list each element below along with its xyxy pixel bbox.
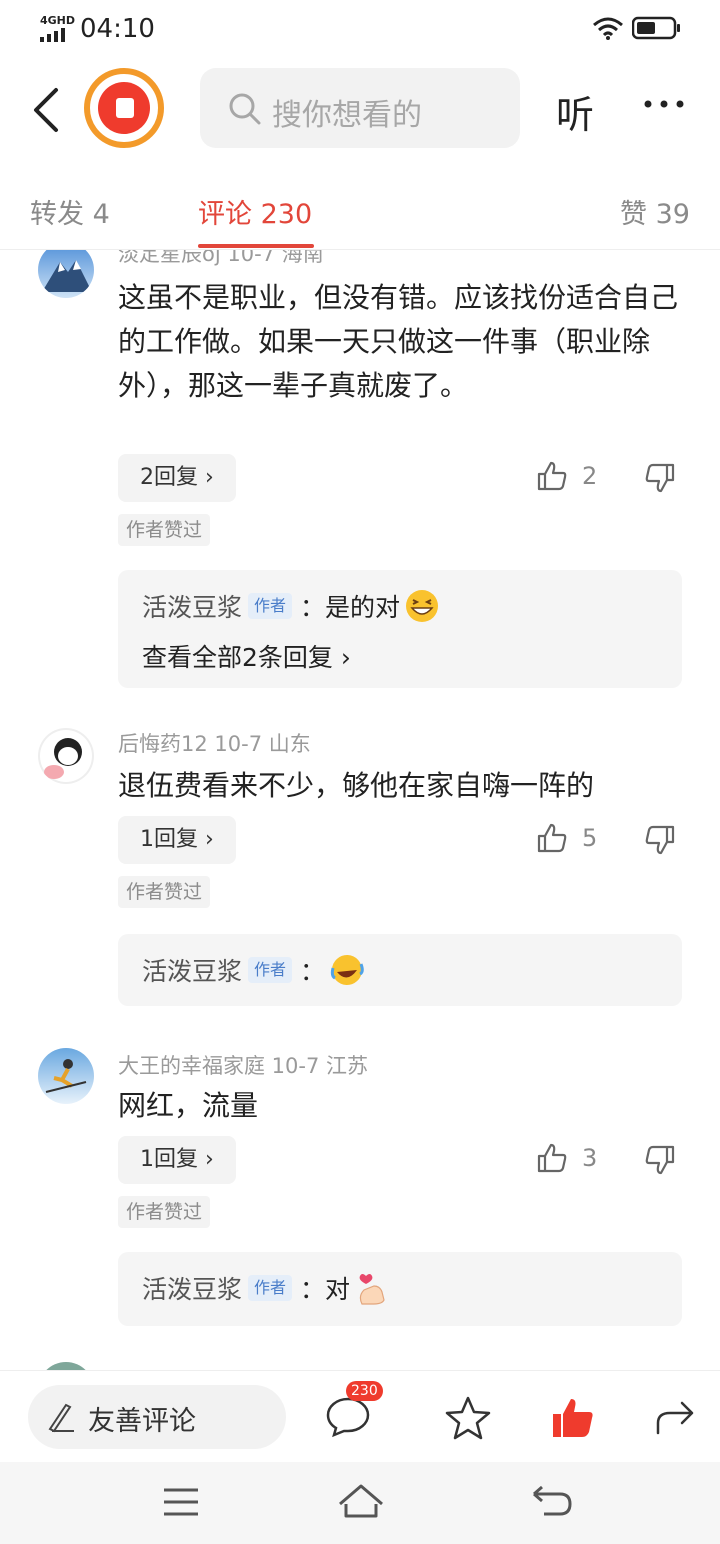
status-time: 04:10: [80, 14, 155, 44]
bottom-action-bar: 友善评论 230: [0, 1370, 720, 1462]
write-comment-input[interactable]: 友善评论: [28, 1385, 286, 1449]
author-tag: 作者: [248, 593, 293, 619]
thumb-up-icon: [537, 461, 567, 491]
reply-author[interactable]: 活泼豆浆: [142, 588, 242, 624]
reply-preview[interactable]: 活泼豆浆 作者 ：对: [118, 1252, 682, 1326]
status-bar: 4GHD 04:10: [0, 0, 720, 56]
comment-item: 淡定星辰oj 10-7 海南 这虽不是职业，但没有错。应该找份适合自己的工作做。…: [0, 250, 720, 690]
home-icon[interactable]: [336, 1482, 386, 1522]
skier-icon: [45, 1059, 87, 1093]
author-liked-badge: 作者赞过: [118, 876, 211, 908]
author-tag: 作者: [248, 1275, 293, 1301]
thumb-up-icon: [537, 823, 567, 853]
like-count: 5: [582, 824, 598, 852]
comment-text: 这虽不是职业，但没有错。应该找份适合自己的工作做。如果一天只做这一件事（职业除外…: [118, 281, 679, 402]
reply-line: 活泼豆浆 作者 ：: [142, 952, 365, 988]
author-tag: 作者: [248, 957, 293, 983]
thumb-down-icon[interactable]: [644, 462, 676, 494]
search-bar[interactable]: 搜你想看的: [200, 68, 520, 148]
laugh-cry-emoji-icon: [330, 955, 364, 985]
avatar[interactable]: [38, 728, 94, 784]
reply-preview[interactable]: 活泼豆浆 作者 ：: [118, 934, 682, 1006]
thumb-down-icon[interactable]: [644, 824, 676, 856]
comment-list: 淡定星辰oj 10-7 海南 这虽不是职业，但没有错。应该找份适合自己的工作做。…: [0, 250, 720, 1370]
thumb-down-icon[interactable]: [644, 1144, 676, 1176]
share-icon[interactable]: [654, 1395, 698, 1439]
publisher-avatar[interactable]: [84, 68, 164, 148]
finger-heart-emoji-icon: [359, 1274, 385, 1305]
comment-item: 大王的幸福家庭 10-7 江苏 网红，流量 1回复 › 3 作者赞过 活泼豆浆 …: [0, 1042, 720, 1342]
comment-meta: 淡定星辰oj 10-7 海南: [118, 250, 324, 266]
thumb-up-icon: [537, 1143, 567, 1173]
like-count: 2: [582, 462, 598, 490]
grin-emoji-icon: [406, 590, 439, 622]
view-all-label: 查看全部2条回复: [142, 643, 333, 672]
author-liked-badge: 作者赞过: [118, 1196, 211, 1228]
write-comment-placeholder: 友善评论: [88, 1406, 196, 1437]
comment-text: 网红，流量: [118, 1089, 259, 1122]
reply-text: ：是的对: [300, 593, 401, 622]
more-icon[interactable]: [642, 82, 686, 126]
replies-button[interactable]: 2回复 ›: [118, 454, 236, 502]
replies-label: 1回复: [140, 827, 198, 852]
reply-text: ：: [300, 957, 326, 986]
comment-item: 后悔药12 10-7 山东 退伍费看来不少，够他在家自嗨一阵的 1回复 › 5 …: [0, 720, 720, 1020]
reply-text: ：对: [300, 1275, 351, 1304]
tab-likes[interactable]: 赞 39: [620, 192, 690, 231]
tab-bar: 转发 4 评论 230 赞 39: [0, 180, 720, 250]
meme-face-icon: [40, 730, 92, 782]
system-nav-bar: [0, 1462, 720, 1544]
back-nav-icon[interactable]: [530, 1484, 574, 1522]
like-button[interactable]: 3: [536, 1142, 597, 1174]
avatar[interactable]: [38, 1048, 94, 1104]
comment-count-badge: 230: [346, 1381, 383, 1401]
comment-meta: 后悔药12 10-7 山东: [118, 732, 311, 756]
avatar[interactable]: [38, 250, 94, 298]
battery-icon: [632, 16, 680, 40]
like-button[interactable]: 2: [536, 460, 597, 492]
chevron-right-icon: ›: [205, 465, 214, 490]
wifi-icon: [593, 17, 623, 40]
chevron-right-icon: ›: [205, 827, 214, 852]
chevron-right-icon: ›: [205, 1147, 214, 1172]
replies-button[interactable]: 1回复 ›: [118, 1136, 236, 1184]
like-button[interactable]: 5: [536, 822, 597, 854]
comment-meta: 大王的幸福家庭 10-7 江苏: [118, 1054, 369, 1078]
mountain-icon: [42, 260, 92, 292]
tab-reposts[interactable]: 转发 4: [30, 192, 110, 231]
replies-label: 1回复: [140, 1147, 198, 1172]
reply-line: 活泼豆浆 作者 ：对: [142, 1270, 390, 1306]
author-liked-badge: 作者赞过: [118, 514, 211, 546]
avatar[interactable]: [38, 1362, 94, 1370]
reply-author[interactable]: 活泼豆浆: [142, 952, 242, 988]
network-indicator: 4GHD: [40, 14, 76, 27]
chevron-right-icon: ›: [340, 643, 351, 672]
search-placeholder: 搜你想看的: [272, 98, 422, 133]
header: 搜你想看的 听: [0, 62, 720, 158]
replies-button[interactable]: 1回复 ›: [118, 816, 236, 864]
search-icon: [229, 93, 261, 125]
listen-button[interactable]: 听: [556, 84, 594, 139]
back-icon[interactable]: [22, 80, 72, 140]
replies-label: 2回复: [140, 465, 198, 490]
comment-text: 退伍费看来不少，够他在家自嗨一阵的: [118, 769, 595, 802]
pen-icon: [48, 1403, 74, 1433]
tab-comments[interactable]: 评论 230: [198, 192, 312, 231]
menu-icon[interactable]: [162, 1484, 200, 1520]
active-tab-indicator: [198, 244, 314, 248]
reply-author[interactable]: 活泼豆浆: [142, 1270, 242, 1306]
like-count: 3: [582, 1144, 598, 1172]
view-all-replies-link[interactable]: 查看全部2条回复 ›: [142, 638, 351, 674]
signal-icon: [40, 28, 65, 42]
thumb-up-filled-icon[interactable]: [550, 1395, 596, 1441]
reply-preview[interactable]: 活泼豆浆 作者 ：是的对 查看全部2条回复 ›: [118, 570, 682, 688]
reply-line: 活泼豆浆 作者 ：是的对: [142, 588, 440, 624]
star-icon[interactable]: [444, 1395, 492, 1441]
